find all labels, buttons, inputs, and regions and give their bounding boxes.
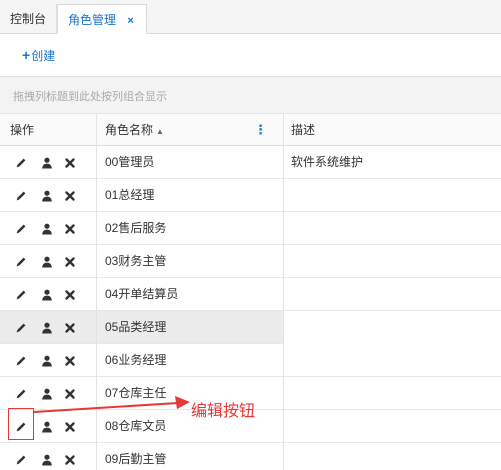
pencil-icon[interactable] — [14, 156, 28, 170]
row-actions-cell — [0, 344, 97, 377]
close-icon[interactable] — [63, 453, 77, 467]
sort-ascending-icon: ▲ — [156, 127, 164, 136]
pencil-icon[interactable] — [14, 453, 28, 467]
role-name-cell: 06业务经理 — [97, 344, 284, 377]
role-name-cell: 00管理员 — [97, 146, 284, 179]
edit-button-callout: 编辑按钮 — [191, 401, 256, 420]
user-icon[interactable] — [40, 321, 54, 335]
pencil-icon[interactable] — [14, 255, 28, 269]
column-header-actions-label: 操作 — [10, 123, 35, 137]
column-header-description-label: 描述 — [291, 123, 316, 137]
toolbar: +创建 — [0, 34, 501, 76]
tab-close-icon[interactable]: × — [127, 6, 133, 36]
pencil-icon[interactable] — [14, 321, 28, 335]
pencil-icon[interactable] — [14, 288, 28, 302]
row-actions-cell — [0, 245, 97, 278]
user-icon[interactable] — [40, 156, 54, 170]
user-icon[interactable] — [40, 453, 54, 467]
description-cell — [284, 410, 501, 443]
create-button[interactable]: +创建 — [22, 44, 55, 66]
table-row[interactable]: 02售后服务 — [0, 212, 501, 245]
close-icon[interactable] — [63, 156, 77, 170]
user-icon[interactable] — [40, 288, 54, 302]
description-cell — [284, 377, 501, 410]
column-menu-icon[interactable]: ⋮ — [254, 114, 267, 146]
table-row[interactable]: 06业务经理 — [0, 344, 501, 377]
table-row[interactable]: 00管理员 软件系统维护 — [0, 146, 501, 179]
description-cell — [284, 311, 501, 344]
close-icon[interactable] — [63, 189, 77, 203]
user-icon[interactable] — [40, 222, 54, 236]
column-header-actions[interactable]: 操作 — [0, 114, 97, 146]
tab-bar: 控制台 角色管理 × — [0, 0, 501, 34]
close-icon[interactable] — [63, 321, 77, 335]
description-cell — [284, 344, 501, 377]
tab-console-label: 控制台 — [10, 12, 47, 26]
user-icon[interactable] — [40, 189, 54, 203]
role-name-cell: 05品类经理 — [97, 311, 284, 344]
pencil-icon[interactable] — [14, 189, 28, 203]
description-cell — [284, 212, 501, 245]
role-name-cell: 02售后服务 — [97, 212, 284, 245]
description-cell: 软件系统维护 — [291, 155, 364, 169]
description-cell — [284, 245, 501, 278]
row-actions-cell — [0, 212, 97, 245]
callout-arrow — [33, 396, 190, 413]
pencil-icon[interactable] — [14, 354, 28, 368]
group-by-drop-area[interactable]: 拖拽列标题到此处按列组合显示 — [0, 76, 501, 114]
row-actions-cell — [0, 179, 97, 212]
role-name-cell: 09后勤主管 — [97, 443, 284, 470]
user-icon[interactable] — [40, 420, 54, 434]
table-row[interactable]: 09后勤主管 — [0, 443, 501, 470]
table-row[interactable]: 01总经理 — [0, 179, 501, 212]
pencil-icon[interactable] — [14, 222, 28, 236]
row-actions-cell — [0, 443, 97, 470]
role-name-cell: 04开单结算员 — [97, 278, 284, 311]
description-cell — [284, 443, 501, 470]
column-header-role-name-label: 角色名称 — [105, 123, 154, 137]
user-icon[interactable] — [40, 354, 54, 368]
table-row[interactable]: 04开单结算员 — [0, 278, 501, 311]
role-name-cell: 01总经理 — [97, 179, 284, 212]
create-button-label: 创建 — [31, 49, 56, 63]
close-icon[interactable] — [63, 255, 77, 269]
user-icon[interactable] — [40, 255, 54, 269]
close-icon[interactable] — [63, 288, 77, 302]
description-cell — [284, 278, 501, 311]
close-icon[interactable] — [63, 420, 77, 434]
table-row[interactable]: 03财务主管 — [0, 245, 501, 278]
table-row[interactable]: 05品类经理 — [0, 311, 501, 344]
close-icon[interactable] — [63, 222, 77, 236]
plus-icon: + — [22, 47, 31, 63]
close-icon[interactable] — [63, 354, 77, 368]
row-actions-cell — [0, 146, 97, 179]
row-actions-cell — [0, 278, 97, 311]
column-header-description[interactable]: 描述 — [284, 114, 501, 146]
grid-header: 操作 角色名称 ▲ ⋮ 描述 — [0, 114, 501, 146]
role-name-cell: 03财务主管 — [97, 245, 284, 278]
description-cell — [284, 179, 501, 212]
tab-role-management[interactable]: 角色管理 × — [57, 4, 147, 34]
column-header-role-name[interactable]: 角色名称 ▲ ⋮ — [97, 114, 284, 146]
pencil-icon[interactable] — [14, 387, 28, 401]
tab-console[interactable]: 控制台 — [0, 4, 57, 34]
row-actions-cell — [0, 311, 97, 344]
group-by-hint: 拖拽列标题到此处按列组合显示 — [13, 91, 167, 103]
tab-role-management-label: 角色管理 — [68, 13, 117, 27]
